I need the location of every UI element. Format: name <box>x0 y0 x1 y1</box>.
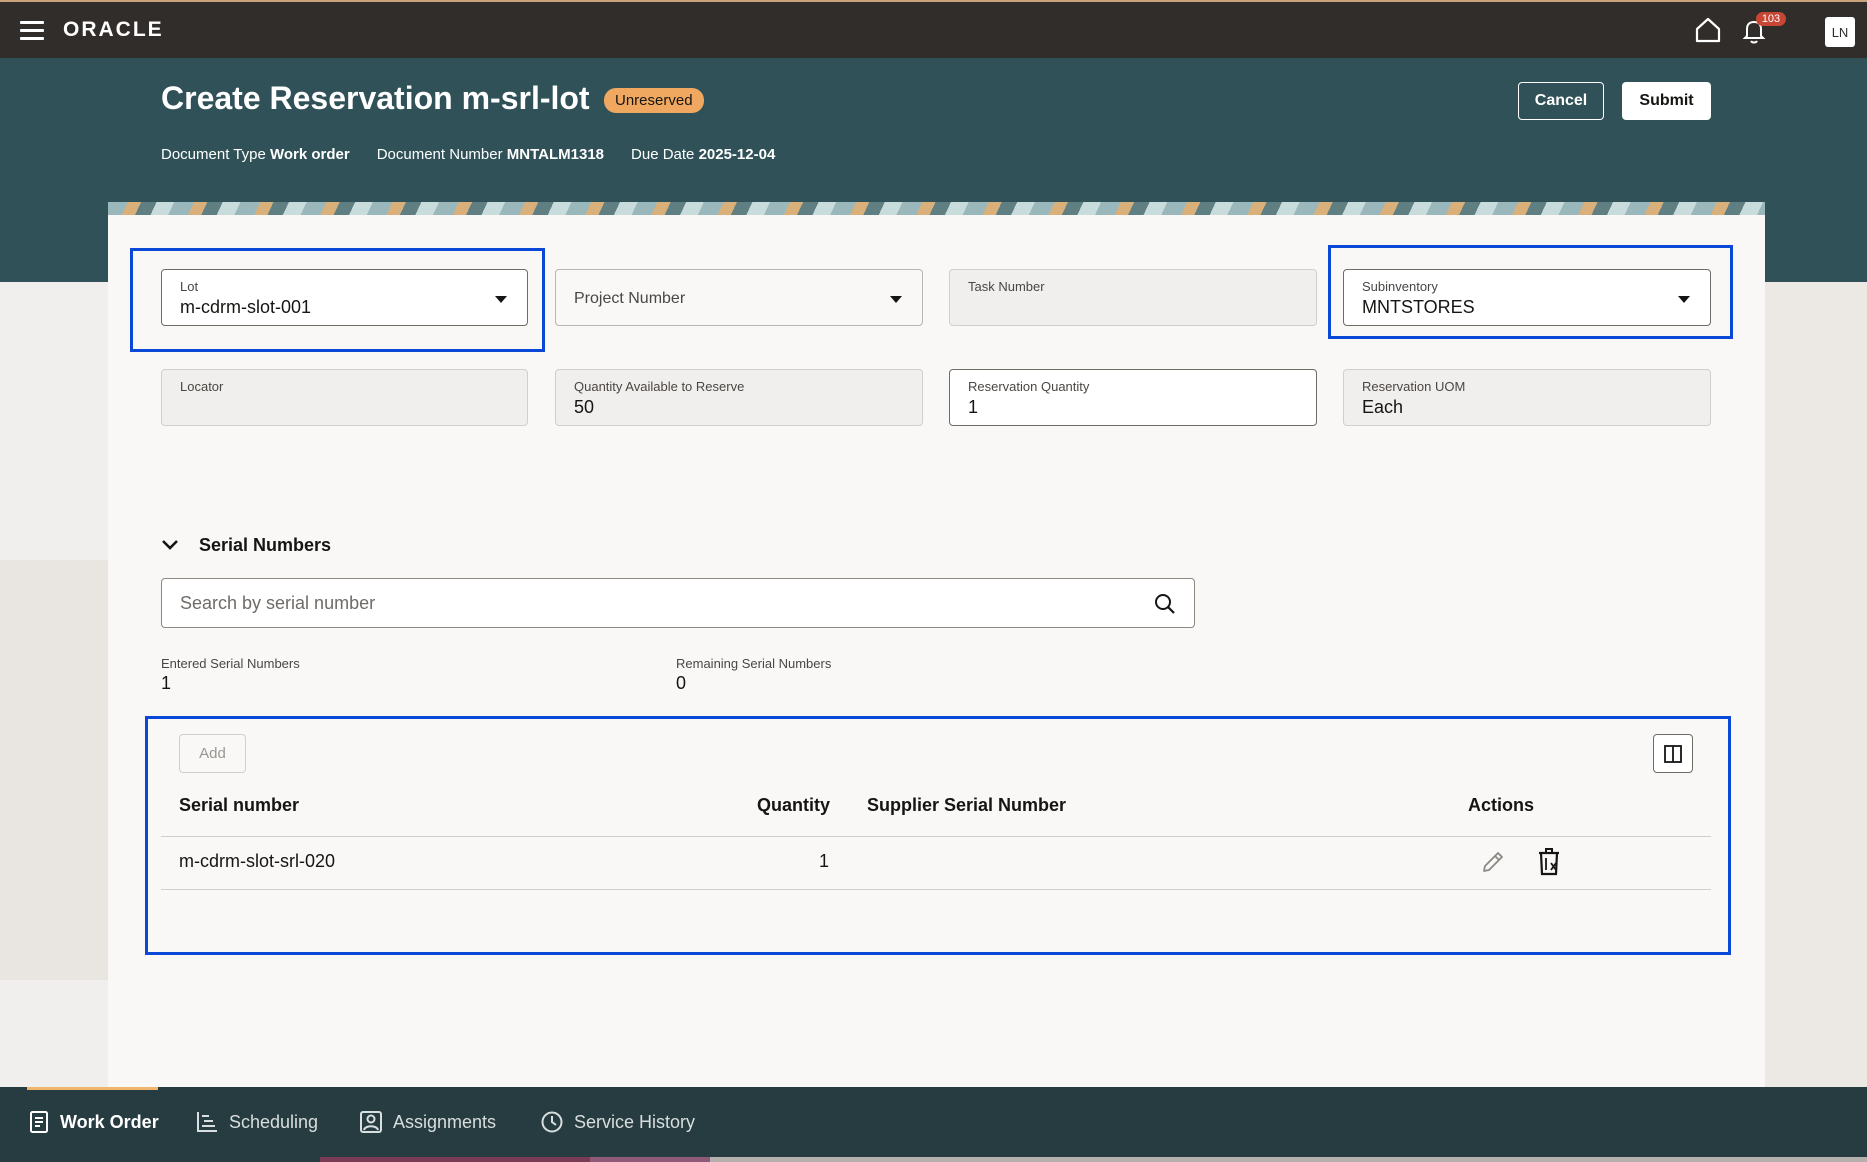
document-type: Document Type Work order <box>161 146 350 163</box>
column-header-supplier-serial-number: Supplier Serial Number <box>867 795 1067 815</box>
active-tab-indicator <box>27 1087 158 1090</box>
document-icon <box>30 1111 48 1133</box>
entered-serials-label: Entered Serial Numbers <box>161 656 300 671</box>
quantity-available-label: Quantity Available to Reserve <box>574 379 745 394</box>
pencil-icon[interactable] <box>1480 849 1506 875</box>
notification-count-badge: 103 <box>1756 12 1786 26</box>
gantt-icon <box>197 1112 217 1132</box>
background-pattern-left <box>0 560 108 980</box>
reservation-quantity-value: 1 <box>968 397 979 417</box>
locator-label: Locator <box>180 379 224 394</box>
column-header-actions: Actions <box>1468 795 1535 815</box>
submit-button[interactable]: Submit <box>1622 82 1711 120</box>
global-header: ORACLE 103 LN <box>0 0 1867 58</box>
quantity-available-value: 50 <box>574 397 595 417</box>
tab-label: Assignments <box>393 1111 497 1132</box>
tab-work-order[interactable]: Work Order <box>29 1111 159 1133</box>
entered-serials-value: 1 <box>161 673 172 693</box>
chevron-down-icon[interactable] <box>160 537 180 553</box>
column-header-quantity: Quantity <box>757 795 831 815</box>
serial-number-cell: m-cdrm-slot-srl-020 <box>179 851 336 871</box>
tab-label: Scheduling <box>229 1111 319 1132</box>
search-icon[interactable] <box>1154 593 1176 615</box>
reservation-uom-label: Reservation UOM <box>1362 379 1466 394</box>
menu-icon[interactable] <box>20 21 44 40</box>
reservation-uom-value: Each <box>1362 397 1404 417</box>
quantity-available-field: Quantity Available to Reserve 50 <box>555 369 923 426</box>
bottom-color-strip <box>0 1157 1867 1162</box>
table-row-divider <box>161 889 1711 890</box>
locator-field[interactable]: Locator <box>161 369 528 426</box>
add-button[interactable]: Add <box>179 734 246 773</box>
remaining-serials-label: Remaining Serial Numbers <box>676 656 832 671</box>
serial-search-placeholder: Search by serial number <box>180 593 376 613</box>
reservation-quantity-input[interactable]: Reservation Quantity 1 <box>949 369 1317 426</box>
document-number: Document Number MNTALM1318 <box>376 146 605 163</box>
cancel-button[interactable]: Cancel <box>1518 82 1604 120</box>
table-header-divider <box>161 836 1711 837</box>
serial-numbers-heading[interactable]: Serial Numbers <box>199 535 331 556</box>
tab-scheduling[interactable]: Scheduling <box>196 1111 318 1133</box>
status-badge: Unreserved <box>604 88 704 113</box>
user-avatar[interactable]: LN <box>1825 17 1855 47</box>
chevron-down-icon[interactable] <box>890 296 902 303</box>
reservation-quantity-label: Reservation Quantity <box>968 379 1090 394</box>
due-date: Due Date 2025-12-04 <box>631 146 776 163</box>
task-number-label: Task Number <box>968 279 1045 294</box>
home-icon[interactable] <box>1694 17 1722 43</box>
subinventory-highlight-box <box>1328 245 1733 339</box>
trash-icon[interactable] <box>1536 848 1562 876</box>
person-badge-icon <box>360 1111 382 1133</box>
oracle-logo: ORACLE <box>63 18 164 41</box>
page-title: Create Reservation m-srl-lot <box>161 80 590 116</box>
card-banner-pattern <box>108 202 1765 215</box>
clock-icon <box>541 1111 563 1133</box>
lot-highlight-box <box>130 248 545 352</box>
remaining-serials-value: 0 <box>676 673 687 693</box>
quantity-cell: 1 <box>819 851 830 871</box>
tab-assignments[interactable]: Assignments <box>360 1111 496 1133</box>
project-number-placeholder: Project Number <box>574 290 686 307</box>
serial-search-input[interactable]: Search by serial number <box>161 578 1195 628</box>
column-header-serial-number: Serial number <box>179 795 300 815</box>
project-number-select[interactable]: Project Number <box>555 269 923 326</box>
columns-toggle-button[interactable] <box>1653 734 1693 773</box>
tab-label: Work Order <box>60 1111 159 1132</box>
columns-icon <box>1664 744 1682 763</box>
tab-service-history[interactable]: Service History <box>541 1111 695 1133</box>
task-number-field[interactable]: Task Number <box>949 269 1317 326</box>
background-pattern-right <box>1765 282 1867 1087</box>
tab-label: Service History <box>574 1111 696 1132</box>
reservation-uom-field: Reservation UOM Each <box>1343 369 1711 426</box>
document-meta: Document Type Work order Document Number… <box>161 146 775 163</box>
